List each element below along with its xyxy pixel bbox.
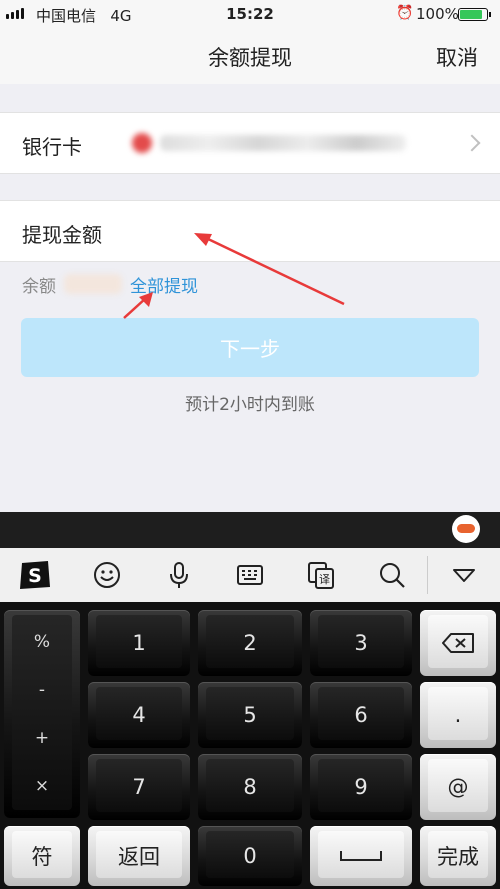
battery-percent: 100% bbox=[416, 5, 459, 23]
chevron-right-icon bbox=[463, 134, 481, 152]
numeric-keypad: % - + × 1 2 3 4 5 6 . 7 8 9 @ 符 返回 0 完成 bbox=[0, 602, 500, 889]
withdraw-all-link[interactable]: 全部提现 bbox=[130, 272, 198, 297]
keyboard-icon[interactable] bbox=[233, 558, 267, 592]
key-6[interactable]: 6 bbox=[310, 682, 412, 748]
key-4[interactable]: 4 bbox=[88, 682, 190, 748]
svg-text:译: 译 bbox=[319, 573, 330, 586]
sogou-logo-icon[interactable]: S bbox=[18, 558, 52, 592]
masked-balance bbox=[64, 274, 122, 294]
key-8[interactable]: 8 bbox=[198, 754, 302, 820]
microphone-icon[interactable] bbox=[162, 558, 196, 592]
key-1[interactable]: 1 bbox=[88, 610, 190, 676]
balance-label: 余额 bbox=[22, 277, 56, 297]
alarm-icon: ⏰ bbox=[396, 5, 414, 21]
bank-card-row[interactable]: 银行卡 bbox=[0, 112, 500, 174]
status-bar: 中国电信 4G 15:22 ⏰ 100% bbox=[0, 0, 500, 28]
symbol-column[interactable]: % - + × bbox=[4, 610, 80, 818]
back-key[interactable]: 返回 bbox=[88, 826, 190, 886]
amount-label: 提现金额 bbox=[22, 223, 102, 247]
page-title: 余额提现 bbox=[208, 46, 292, 70]
key-0[interactable]: 0 bbox=[198, 826, 302, 886]
space-key[interactable] bbox=[310, 826, 412, 886]
key-2[interactable]: 2 bbox=[198, 610, 302, 676]
arrival-estimate: 预计2小时内到账 bbox=[185, 395, 315, 415]
key-5[interactable]: 5 bbox=[198, 682, 302, 748]
key-7[interactable]: 7 bbox=[88, 754, 190, 820]
key-9[interactable]: 9 bbox=[310, 754, 412, 820]
backspace-key[interactable] bbox=[420, 610, 496, 676]
bank-card-label: 银行卡 bbox=[22, 135, 82, 159]
key-3[interactable]: 3 bbox=[310, 610, 412, 676]
keyboard-top-strip bbox=[0, 512, 500, 548]
svg-text:S: S bbox=[28, 565, 42, 587]
symbol-key[interactable]: 符 bbox=[4, 826, 80, 886]
space-bar-icon bbox=[340, 851, 382, 861]
mascot-icon[interactable] bbox=[452, 515, 480, 543]
cancel-button[interactable]: 取消 bbox=[436, 42, 478, 72]
battery-charging-icon bbox=[458, 8, 491, 21]
multiply-key[interactable]: × bbox=[35, 776, 49, 796]
collapse-icon[interactable] bbox=[447, 558, 481, 592]
percent-key[interactable]: % bbox=[34, 632, 50, 652]
bank-logo bbox=[132, 133, 152, 153]
plus-key[interactable]: + bbox=[35, 728, 49, 748]
nav-bar: 余额提现 取消 bbox=[0, 28, 500, 84]
done-key[interactable]: 完成 bbox=[420, 826, 496, 886]
backspace-icon bbox=[442, 633, 474, 653]
toolbar-divider bbox=[427, 556, 428, 594]
masked-card-number bbox=[160, 135, 406, 151]
search-icon[interactable] bbox=[375, 558, 409, 592]
translate-icon[interactable]: 译 bbox=[304, 558, 338, 592]
keyboard-toolbar: S 译 bbox=[0, 548, 500, 602]
next-step-label: 下一步 bbox=[220, 337, 280, 361]
amount-row[interactable]: 提现金额 bbox=[0, 200, 500, 262]
dot-key[interactable]: . bbox=[420, 682, 496, 748]
next-step-button[interactable]: 下一步 bbox=[21, 318, 479, 377]
at-key[interactable]: @ bbox=[420, 754, 496, 820]
emoji-icon[interactable] bbox=[90, 558, 124, 592]
minus-key[interactable]: - bbox=[39, 680, 45, 700]
